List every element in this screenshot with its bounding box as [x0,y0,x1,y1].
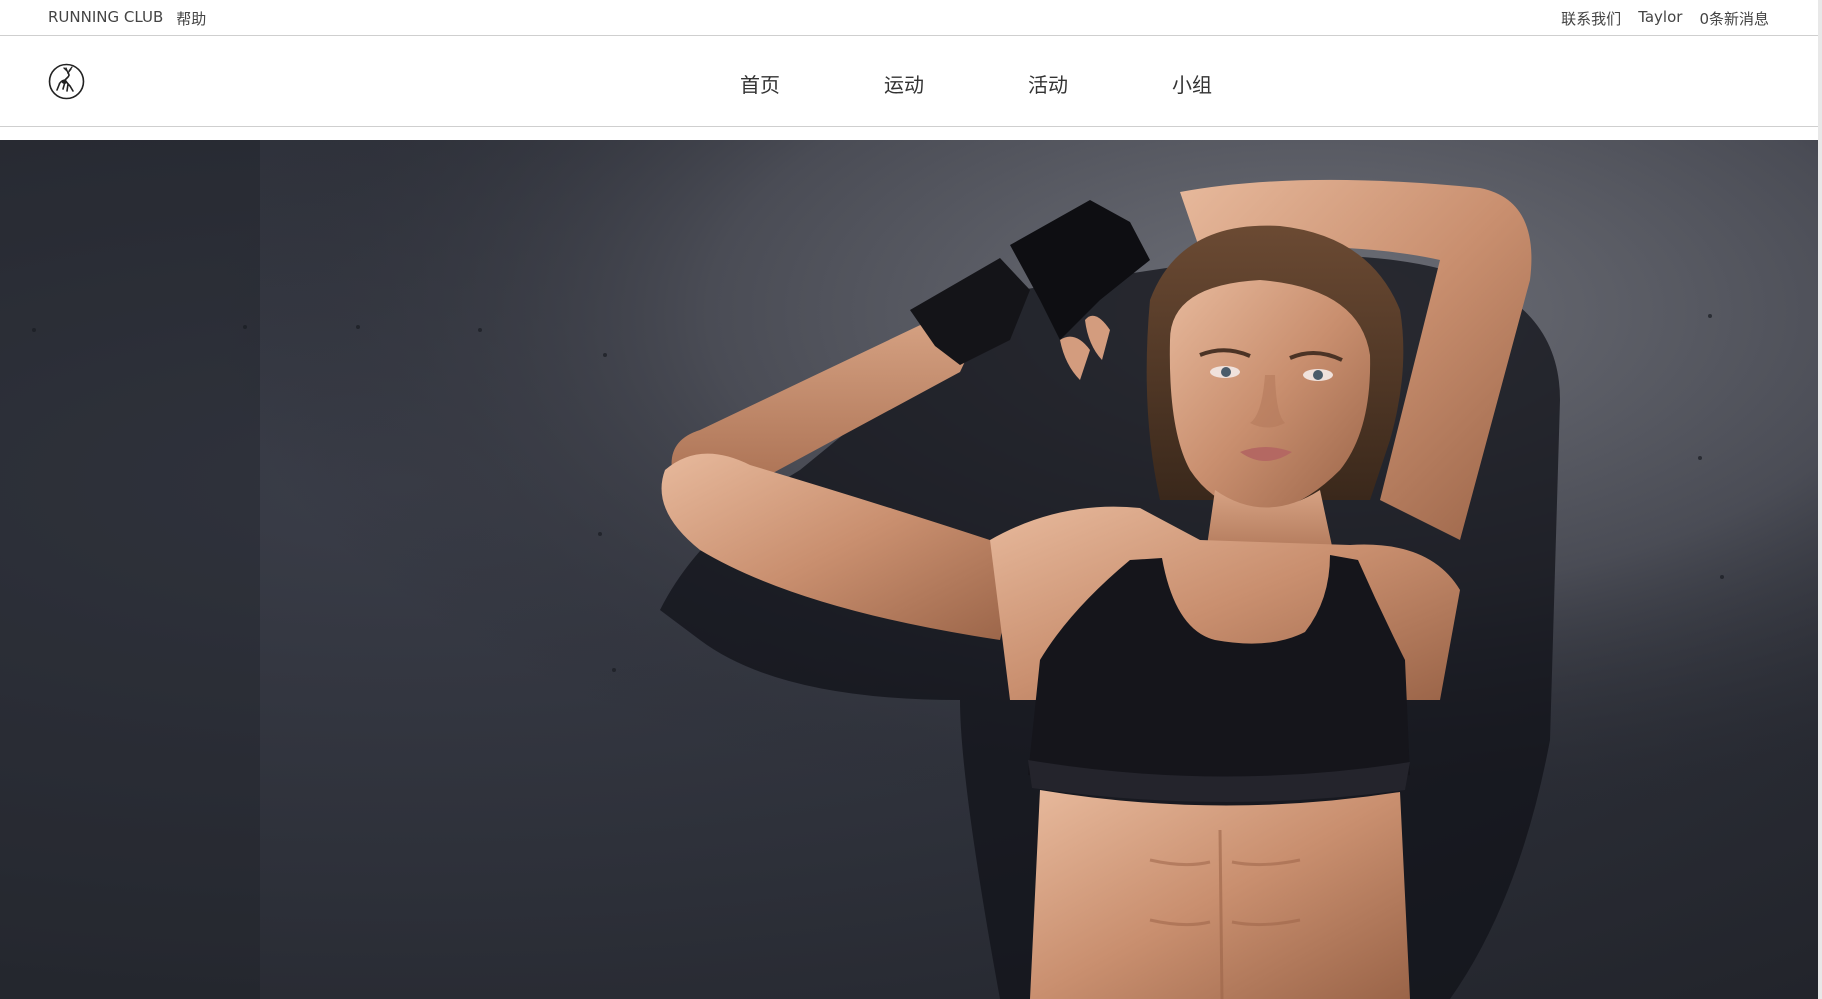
topbar-right: 联系我们 Taylor 0条新消息 [1561,8,1769,29]
deer-emblem-icon[interactable] [48,63,85,100]
nav-item-home[interactable]: 首页 [740,69,780,98]
topbar-left: RUNNING CLUB 帮助 [48,8,206,29]
top-utility-bar: RUNNING CLUB 帮助 联系我们 Taylor 0条新消息 [0,0,1818,36]
contact-link[interactable]: 联系我们 [1561,8,1621,29]
messages-link[interactable]: 0条新消息 [1699,8,1769,29]
main-nav: 首页 运动 活动 小组 [740,69,1212,98]
nav-item-sports[interactable]: 运动 [884,69,924,98]
nav-item-groups[interactable]: 小组 [1172,69,1212,98]
page: RUNNING CLUB 帮助 联系我们 Taylor 0条新消息 首页 运动 … [0,0,1822,999]
brand-link[interactable]: RUNNING CLUB [48,8,163,29]
help-link[interactable]: 帮助 [176,8,206,29]
fitness-woman-photo [0,140,1818,999]
user-link[interactable]: Taylor [1638,8,1682,29]
scrollbar[interactable] [1818,0,1822,999]
hero-banner [0,140,1818,999]
main-navbar: 首页 运动 活动 小组 [0,36,1818,127]
nav-item-events[interactable]: 活动 [1028,69,1068,98]
